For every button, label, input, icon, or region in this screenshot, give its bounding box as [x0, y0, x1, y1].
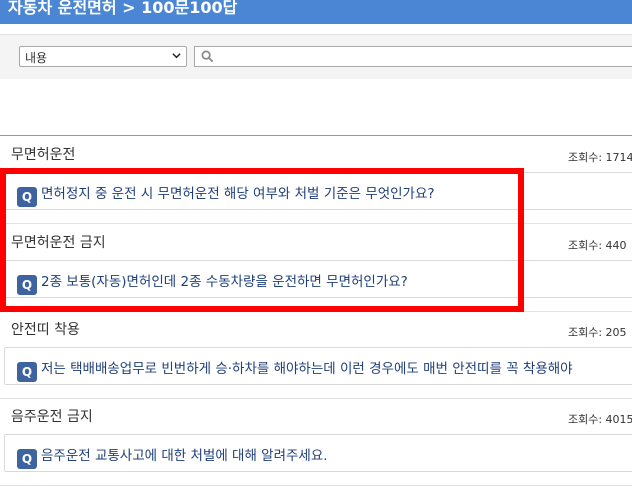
faq-item: 안전띠 착용 조회수: 205 Q 저는 택배배송업무로 빈번하게 승·하차를 …	[0, 311, 632, 399]
view-count: 조회수: 4015	[568, 413, 632, 426]
search-input[interactable]	[194, 46, 632, 67]
breadcrumb: 자동차 운전면허 > 100문100답	[8, 0, 238, 17]
search-icon	[201, 50, 214, 63]
faq-category: 음주운전 금지	[11, 409, 93, 425]
faq-item: 무면허운전 금지 조회수: 440 Q 2종 보통(자동)면허인데 2종 수동차…	[0, 224, 632, 312]
page-header: 자동차 운전면허 > 100문100답	[0, 0, 632, 24]
search-type-select[interactable]: 내용	[19, 46, 187, 67]
view-count: 조회수: 205	[568, 326, 627, 339]
faq-category: 무면허운전	[11, 147, 76, 163]
q-badge-icon: Q	[17, 362, 37, 382]
search-toolbar: 내용	[0, 34, 632, 79]
faq-question-text[interactable]: 저는 택배배송업무로 빈번하게 승·하차를 해야하는데 이런 경우에도 매번 안…	[41, 357, 573, 377]
faq-item: 무면허운전 조회수: 1714 Q 면허정지 중 운전 시 무면허운전 해당 여…	[0, 136, 632, 224]
q-badge-icon: Q	[17, 449, 37, 469]
faq-question-link[interactable]: Q 저는 택배배송업무로 빈번하게 승·하차를 해야하는데 이런 경우에도 매번…	[4, 347, 632, 385]
view-count: 조회수: 1714	[568, 151, 632, 164]
faq-category: 안전띠 착용	[11, 322, 80, 338]
q-badge-icon: Q	[17, 187, 37, 207]
q-badge-icon: Q	[17, 275, 37, 295]
faq-question-link[interactable]: Q 2종 보통(자동)면허인데 2종 수동차량을 운전하면 무면허인가요?	[4, 260, 632, 298]
faq-item: 음주운전 금지 조회수: 4015 Q 음주운전 교통사고에 대한 처벌에 대해…	[0, 398, 632, 486]
faq-question-link[interactable]: Q 면허정지 중 운전 시 무면허운전 해당 여부와 처벌 기준은 무엇인가요?	[4, 172, 632, 210]
faq-category: 무면허운전 금지	[11, 235, 106, 251]
faq-question-link[interactable]: Q 음주운전 교통사고에 대한 처벌에 대해 알려주세요.	[4, 434, 632, 472]
view-count: 조회수: 440	[568, 239, 627, 252]
faq-question-text[interactable]: 2종 보통(자동)면허인데 2종 수동차량을 운전하면 무면허인가요?	[41, 270, 408, 290]
search-type-value: 내용	[25, 51, 48, 65]
faq-question-text[interactable]: 면허정지 중 운전 시 무면허운전 해당 여부와 처벌 기준은 무엇인가요?	[41, 182, 435, 202]
chevron-down-icon	[172, 53, 181, 59]
faq-question-text[interactable]: 음주운전 교통사고에 대한 처벌에 대해 알려주세요.	[41, 444, 328, 464]
